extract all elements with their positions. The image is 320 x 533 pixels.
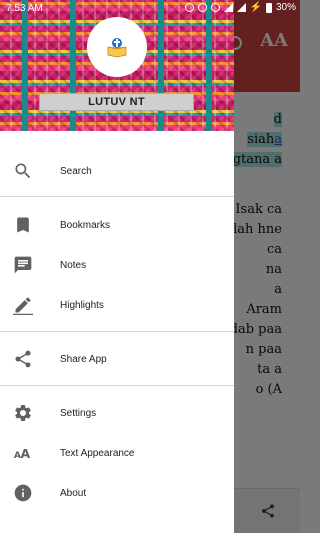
menu-item-label: Bookmarks (60, 219, 111, 231)
menu-item-bookmarks[interactable]: Bookmarks (0, 205, 234, 245)
menu-item-label: Notes (60, 259, 87, 271)
menu-item-about[interactable]: About (0, 473, 234, 513)
sync-icon (184, 3, 194, 12)
wifi-icon (223, 3, 233, 12)
info-icon (13, 483, 33, 503)
svg-text:A: A (21, 446, 31, 461)
menu-item-highlights[interactable]: Highlights (0, 285, 234, 325)
gear-icon (13, 403, 33, 423)
menu-item-settings[interactable]: Settings (0, 393, 234, 433)
drawer-header: LUTUV NT (0, 0, 234, 131)
menu-divider (0, 385, 234, 386)
menu-item-label: Text Appearance (60, 447, 135, 459)
alarm-icon (210, 3, 220, 12)
bookmark-icon (13, 215, 33, 235)
menu-item-notes[interactable]: Notes (0, 245, 234, 285)
menu-item-label: Share App (60, 353, 107, 365)
signal-icon (236, 3, 246, 12)
status-icons: ⚡ 30% (184, 2, 296, 13)
menu-divider (0, 196, 234, 197)
bible-logo-icon (107, 38, 127, 58)
navigation-drawer: LUTUV NT Search Bookmarks Notes Highlights S… (0, 0, 234, 533)
app-logo (87, 17, 147, 77)
menu-item-label: Settings (60, 407, 97, 419)
charging-icon: ⚡ (249, 2, 262, 13)
menu-divider (0, 331, 234, 332)
status-time: 7:53 AM (6, 3, 43, 14)
battery-icon (265, 2, 272, 13)
highlighter-icon (13, 295, 33, 315)
status-bar: 7:53 AM ⚡ 30% (0, 0, 300, 17)
notes-icon (13, 255, 33, 275)
share-icon (13, 349, 33, 369)
blocked-icon (197, 3, 207, 12)
menu-item-search[interactable]: Search (0, 151, 234, 191)
menu-item-label: Search (60, 165, 92, 177)
menu-item-label: About (60, 487, 87, 499)
text-size-icon: AA (13, 443, 33, 463)
battery-percent: 30% (275, 2, 296, 13)
search-icon (13, 161, 33, 181)
menu-item-text-appearance[interactable]: A A Text Appearance (0, 433, 234, 473)
menu-item-label: Highlights (60, 299, 104, 311)
menu-item-share-app[interactable]: Share App (0, 339, 234, 379)
drawer-title: LUTUV NT (39, 93, 194, 111)
